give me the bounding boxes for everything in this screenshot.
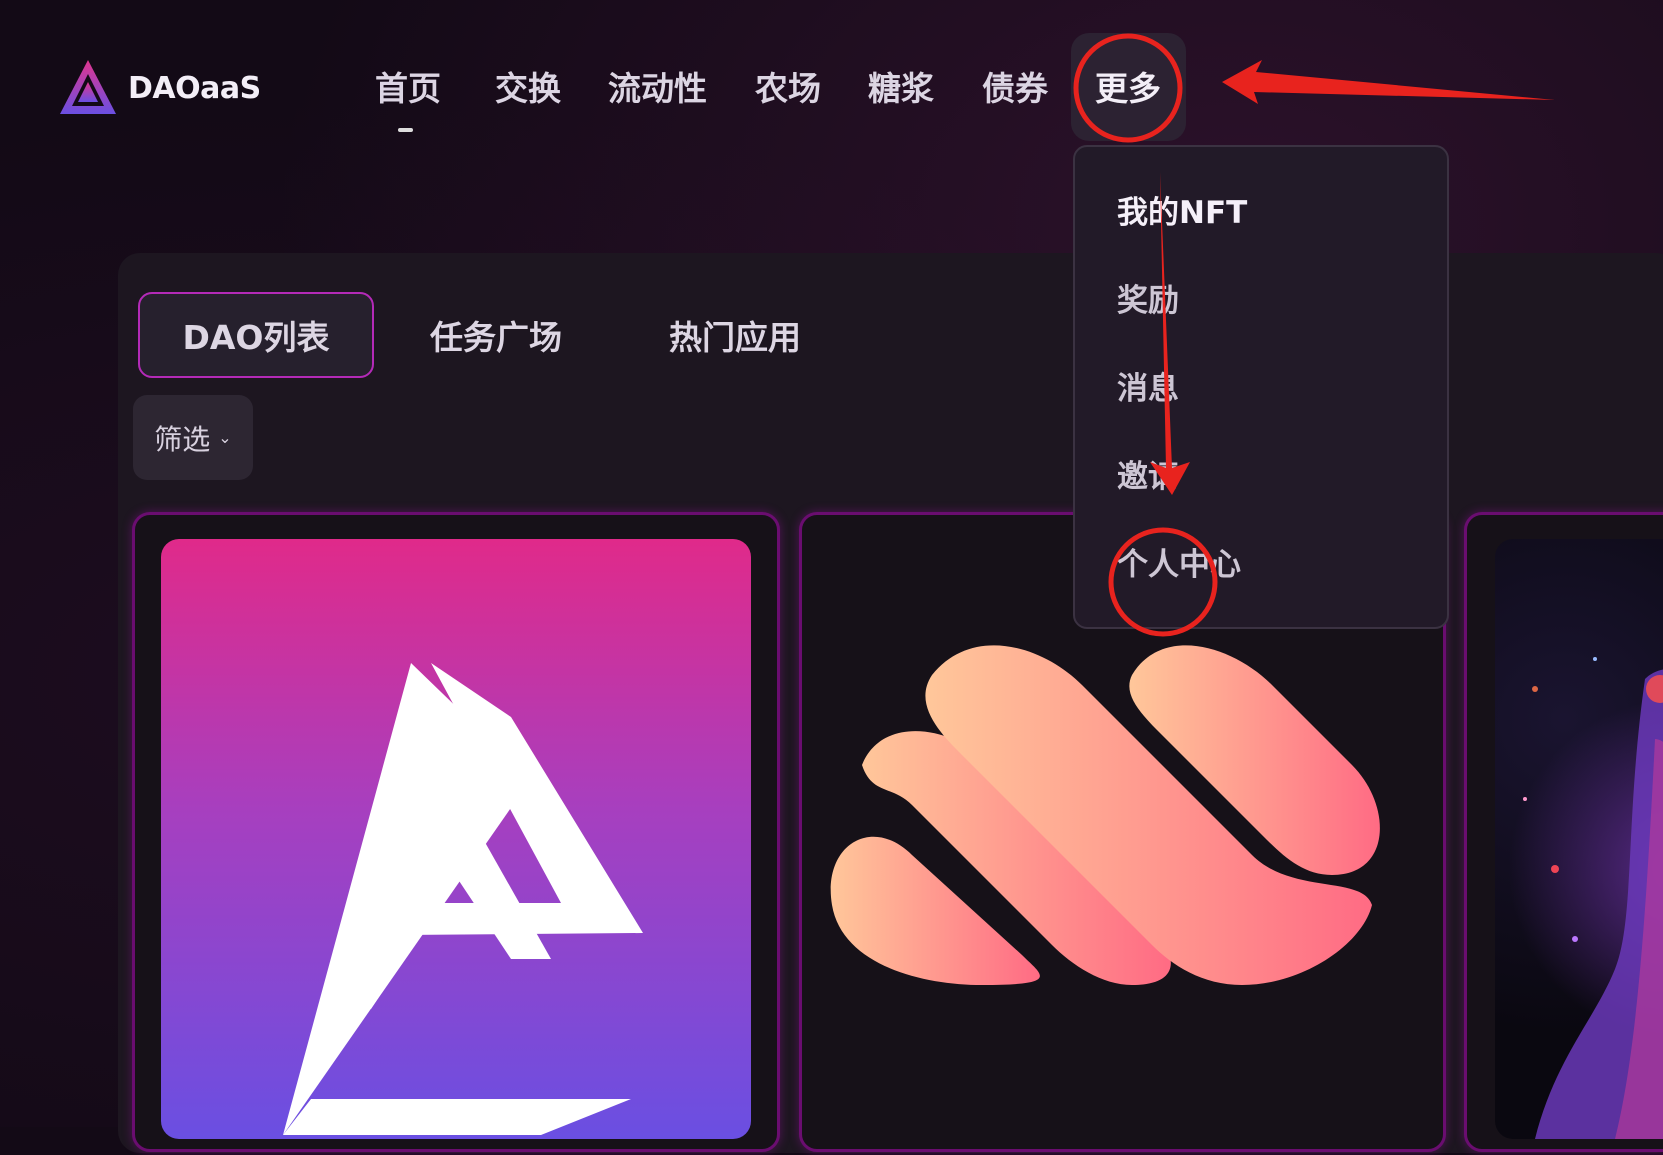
more-dropdown-menu: 我的NFT 奖励 消息 邀请 个人中心 [1073, 145, 1449, 629]
tab-task-square[interactable]: 任务广场 [430, 292, 562, 378]
nav-item-swap[interactable]: 交换 [495, 62, 561, 110]
tab-hot-apps[interactable]: 热门应用 [669, 292, 801, 378]
menu-item-messages[interactable]: 消息 [1117, 363, 1179, 408]
menu-item-my-nft[interactable]: 我的NFT [1117, 187, 1247, 232]
nav-item-bonds[interactable]: 债券 [982, 62, 1048, 110]
daoaas-logo-icon [60, 60, 116, 114]
card-image [161, 539, 751, 1139]
brand-logo[interactable]: DAOaaS [58, 58, 261, 118]
nav-item-liquidity[interactable]: 流动性 [608, 62, 707, 110]
dao-card[interactable] [1464, 512, 1663, 1152]
active-nav-indicator [398, 128, 413, 132]
triangle-logo-icon [283, 663, 643, 1135]
robot-art-image [1495, 539, 1663, 1139]
top-header: DAOaaS 首页 交换 流动性 农场 糖浆 债券 更多 [0, 0, 1663, 150]
nav-item-home[interactable]: 首页 [375, 62, 441, 110]
nav-item-more[interactable]: 更多 [1095, 62, 1161, 110]
robot-art-icon [1523, 657, 1663, 1139]
nav-item-syrup[interactable]: 糖浆 [868, 62, 934, 110]
menu-item-invite[interactable]: 邀请 [1117, 451, 1179, 496]
dao-card[interactable] [132, 512, 780, 1152]
menu-item-profile[interactable]: 个人中心 [1117, 539, 1241, 584]
filter-button[interactable]: 筛选 ⌄ [133, 395, 253, 480]
tab-dao-list[interactable]: DAO列表 [138, 292, 374, 378]
filter-label: 筛选 [154, 422, 211, 456]
chevron-down-icon: ⌄ [218, 428, 232, 447]
nav-item-farm[interactable]: 农场 [755, 62, 821, 110]
brand-name: DAOaaS [128, 70, 261, 106]
menu-item-rewards[interactable]: 奖励 [1117, 275, 1179, 320]
